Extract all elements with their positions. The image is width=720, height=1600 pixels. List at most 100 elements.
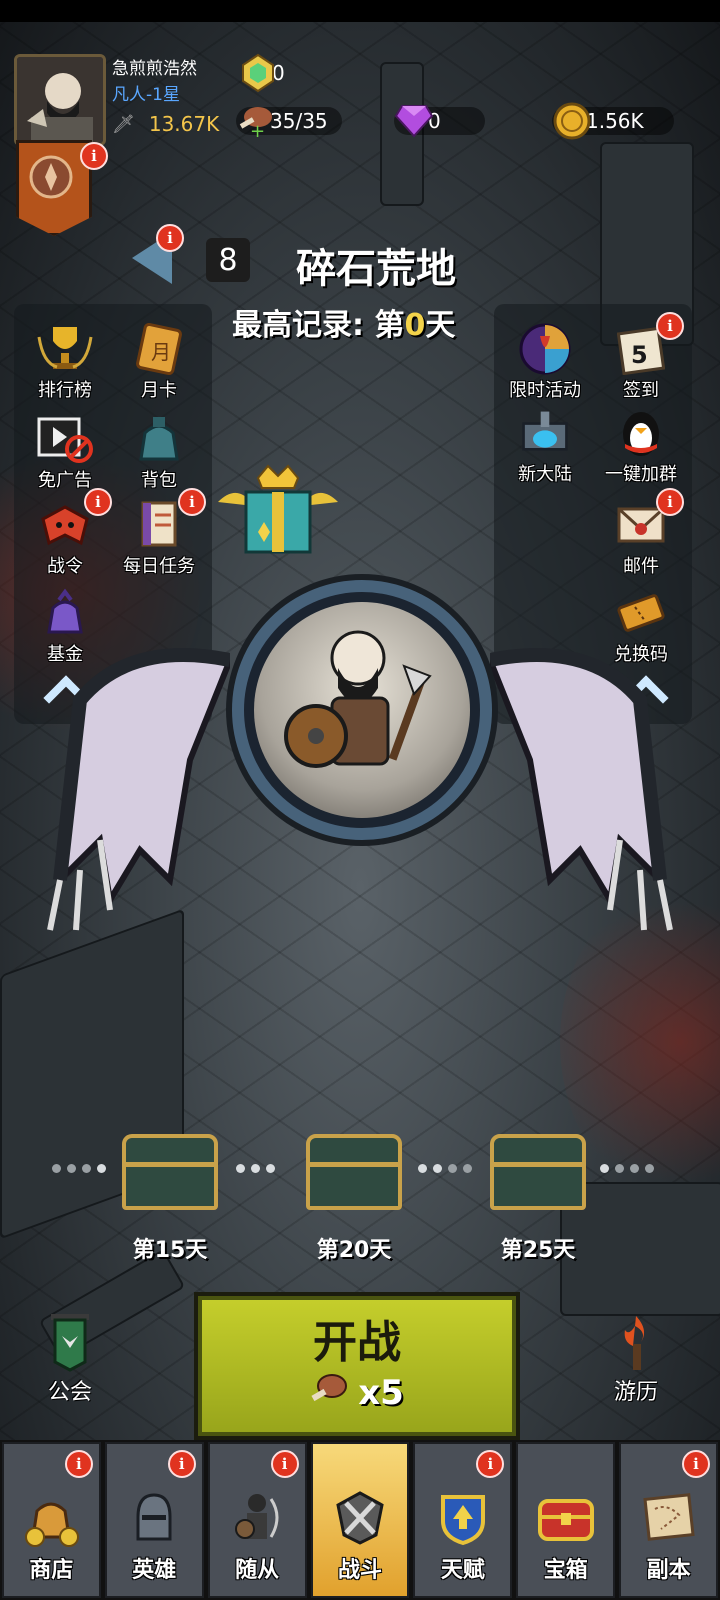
best-record-value: 0: [404, 308, 426, 343]
combat-power-value: 13.67K: [148, 112, 220, 136]
nav-shop-label: 商店: [29, 1558, 74, 1583]
best-record-prefix: 最高记录: 第: [232, 308, 405, 343]
nav-dungeon[interactable]: 副本 i: [619, 1442, 719, 1598]
milestone-chest-15[interactable]: 第15天: [120, 1134, 220, 1264]
check-in-label: 签到: [623, 380, 659, 401]
svg-text:+: +: [250, 121, 265, 139]
gem-resource[interactable]: 0: [238, 53, 299, 93]
fund-icon: [35, 584, 95, 642]
nav-battle[interactable]: 战斗: [310, 1442, 410, 1598]
trophy-icon: [35, 320, 95, 378]
coin-bag-icon: [21, 1482, 81, 1552]
right-bat-wing: [485, 640, 680, 940]
meat-stamina-icon: +: [236, 101, 276, 141]
portal-icon: [515, 404, 575, 462]
month-card-button[interactable]: 月 月卡: [114, 320, 204, 402]
gold-resource[interactable]: 1.56K: [552, 102, 674, 140]
nav-follower[interactable]: 随从 i: [207, 1442, 307, 1598]
start-battle-cost: x5: [198, 1370, 516, 1415]
battle-pass-badge: i: [84, 488, 112, 516]
progress-dots-4: [600, 1164, 654, 1173]
nav-talent-label: 天赋: [440, 1558, 485, 1583]
milestone-label: 第15天: [132, 1238, 208, 1263]
guild-button[interactable]: 公会: [20, 1310, 120, 1406]
milestone-label: 第20天: [316, 1238, 392, 1263]
nav-follower-badge: i: [270, 1450, 299, 1478]
leaderboard-button[interactable]: 排行榜: [20, 320, 110, 402]
player-avatar[interactable]: [14, 54, 106, 146]
backpack-button[interactable]: 背包: [114, 410, 204, 492]
progress-dots-1: [52, 1164, 106, 1173]
mail-badge: i: [656, 488, 684, 516]
start-battle-cost-value: x5: [358, 1372, 404, 1413]
mail-label: 邮件: [623, 556, 659, 577]
gem-icon: [238, 53, 278, 93]
no-ads-button[interactable]: 免广告: [20, 410, 110, 492]
travel-button[interactable]: 游历: [586, 1310, 686, 1406]
penguin-icon: [611, 404, 671, 462]
nav-talent-badge: i: [476, 1450, 505, 1478]
sword-icon: 🗡: [112, 113, 135, 135]
bottom-navigation: 商店 i 英雄 i 随从 i 战斗 天赋 i 宝箱 副本 i: [0, 1440, 720, 1600]
knight-helmet-icon: [124, 1482, 184, 1552]
torch-icon: [586, 1310, 686, 1374]
stamina-resource[interactable]: + 35/35: [236, 106, 342, 139]
nav-talent[interactable]: 天赋 i: [413, 1442, 513, 1598]
nav-hero[interactable]: 英雄 i: [104, 1442, 204, 1598]
start-battle-button[interactable]: 开战 x5: [194, 1292, 520, 1440]
new-continent-button[interactable]: 新大陆: [500, 404, 590, 486]
ticket-icon: [611, 584, 671, 642]
follower-icon: [227, 1482, 287, 1552]
daily-task-badge: i: [178, 488, 206, 516]
month-card-label: 月卡: [141, 380, 177, 401]
progress-dots-3: [418, 1164, 472, 1173]
join-group-button[interactable]: 一键加群: [596, 404, 686, 486]
best-record-suffix: 天: [425, 308, 456, 343]
nav-hero-label: 英雄: [132, 1558, 177, 1583]
battle-pass-label: 战令: [47, 556, 83, 577]
milestone-chest-20[interactable]: 第20天: [304, 1134, 404, 1264]
progress-dots-2: [236, 1164, 275, 1173]
stage-arrow-badge: i: [156, 224, 184, 252]
best-record: 最高记录: 第0天: [232, 300, 455, 344]
player-rank: 凡人-1星: [112, 85, 180, 105]
treasure-chest-icon: [490, 1134, 586, 1210]
nav-chest-label: 宝箱: [543, 1558, 588, 1583]
hero-figure: [254, 602, 470, 818]
guild-banner-icon: [20, 1310, 120, 1374]
limited-event-button[interactable]: 限时活动: [500, 320, 590, 402]
nav-hero-badge: i: [167, 1450, 196, 1478]
hero-portrait[interactable]: [232, 580, 492, 840]
nav-shop[interactable]: 商店 i: [2, 1442, 101, 1598]
banner-notice-badge: i: [80, 142, 108, 170]
nav-chest[interactable]: 宝箱: [516, 1442, 616, 1598]
crossed-swords-icon: [330, 1482, 390, 1552]
left-bat-wing: [40, 640, 235, 940]
player-name: 急煎煎浩然: [112, 59, 197, 79]
month-card-icon: 月: [129, 320, 189, 378]
leaderboard-label: 排行榜: [38, 380, 92, 401]
nav-shop-badge: i: [64, 1450, 93, 1478]
guild-label: 公会: [47, 1380, 92, 1405]
limited-event-label: 限时活动: [509, 380, 581, 401]
treasure-chest-icon: [534, 1482, 598, 1552]
status-bar: [0, 0, 720, 22]
join-group-label: 一键加群: [605, 464, 677, 485]
nav-dungeon-badge: i: [682, 1450, 711, 1478]
svg-text:月: 月: [151, 340, 171, 364]
wheel-icon: [515, 320, 575, 378]
gift-box-icon[interactable]: [218, 462, 338, 562]
meat-stamina-icon: [310, 1370, 350, 1415]
milestone-label: 第25天: [500, 1238, 576, 1263]
calendar-day: 5: [631, 341, 648, 369]
new-continent-label: 新大陆: [518, 464, 572, 485]
no-ads-icon: [35, 410, 95, 468]
travel-label: 游历: [613, 1380, 658, 1405]
stage-title: 碎石荒地: [296, 246, 456, 292]
milestone-chest-25[interactable]: 第25天: [488, 1134, 588, 1264]
treasure-chest-icon: [306, 1134, 402, 1210]
daily-task-label: 每日任务: [123, 556, 195, 577]
nav-dungeon-label: 副本: [646, 1558, 691, 1583]
diamond-resource[interactable]: 0: [394, 105, 485, 138]
nav-follower-label: 随从: [235, 1558, 280, 1583]
